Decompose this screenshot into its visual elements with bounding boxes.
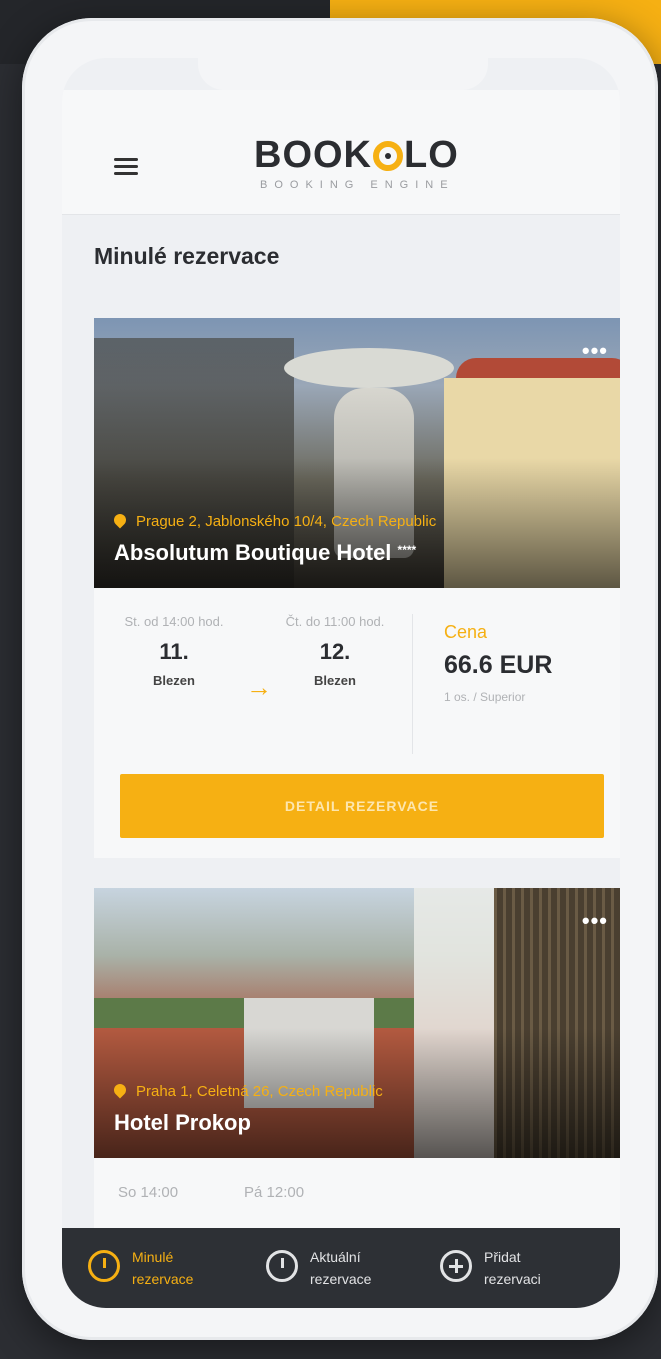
divider [412,614,413,754]
address-text: Praha 1, Celetná 26, Czech Republic [136,1083,383,1100]
hotel-image[interactable]: ••• Praha 1, Celetná 26, Czech Republic … [94,888,620,1158]
checkout-day: 12. [319,639,351,664]
hamburger-menu-icon[interactable] [114,158,138,176]
bottom-tab-bar: Minulé rezervace Aktuální rezervace Přidat… [62,1228,620,1308]
logo-pin-icon [373,141,403,171]
hotel-name-text: Absolutum Boutique Hotel [114,540,392,565]
checkin-column: St. od 14:00 hod. 11. Blezen [114,608,234,688]
price-value: 66.6 EUR [444,651,553,679]
tab-label-line1: Minulé [132,1249,174,1265]
checkout-column: Čt. do 11:00 hod. 12. Blezen [280,608,390,688]
tab-add-reservation[interactable]: Přidat rezervaci [440,1240,600,1296]
address-text: Prague 2, Jablonského 10/4, Czech Republ… [136,513,437,530]
checkin-time: St. od 14:00 hod. [124,614,224,629]
logo-brand-tail: LO [404,134,459,176]
checkout-month: Blezen [314,673,356,688]
history-clock-icon [88,1250,120,1282]
checkout-time: Pá 12:00 [244,1184,305,1201]
phone-frame: BOOK LO BOOKING ENGINE Minulé rezervace •… [22,18,658,1340]
clock-icon [266,1250,298,1282]
more-options-icon[interactable]: ••• [582,908,608,934]
tab-past-reservations[interactable]: Minulé rezervace [88,1240,248,1296]
tab-label-line1: Aktuální [310,1249,361,1265]
logo: BOOK LO BOOKING ENGINE [254,134,504,214]
hotel-stars: **** [397,543,417,557]
hotel-address: Prague 2, Jablonského 10/4, Czech Republ… [111,511,437,530]
tab-label: Aktuální rezervace [310,1246,420,1290]
location-pin-icon [111,511,129,529]
tab-label-line1: Přidat [484,1249,521,1265]
reservation-details: St. od 14:00 hod. 11. Blezen → Čt. do 11… [94,588,620,858]
hotel-name: Absolutum Boutique Hotel **** [114,540,416,566]
tab-label-line2: rezervace [132,1271,194,1287]
checkin-time: So 14:00 [118,1184,179,1201]
tab-label-line2: rezervaci [484,1271,541,1287]
hotel-address: Praha 1, Celetná 26, Czech Republic [111,1081,383,1100]
page-title: Minulé rezervace [94,243,280,269]
phone-notch [198,58,488,90]
logo-subtitle: BOOKING ENGINE [260,179,455,191]
tab-current-reservations[interactable]: Aktuální rezervace [266,1240,426,1296]
checkout-time: Čt. do 11:00 hod. [285,614,385,629]
hotel-name: Hotel Prokop [114,1110,251,1136]
price-column: Cena 66.6 EUR 1 os. / Superior [424,622,620,704]
more-options-icon[interactable]: ••• [582,338,608,364]
tab-label: Přidat rezervaci [484,1246,594,1290]
hotel-name-text: Hotel Prokop [114,1110,251,1135]
tab-label: Minulé rezervace [132,1246,242,1290]
reservation-detail-button[interactable]: DETAIL REZERVACE [120,774,604,838]
price-label: Cena [444,622,488,642]
tab-label-line2: rezervace [310,1271,372,1287]
reservation-details: So 14:00 Pá 12:00 [94,1158,620,1238]
checkin-month: Blezen [153,673,195,688]
logo-brand: BOOK [254,134,372,176]
app-screen: BOOK LO BOOKING ENGINE Minulé rezervace •… [62,58,620,1308]
room-info: 1 os. / Superior [444,690,526,704]
app-header: BOOK LO BOOKING ENGINE [62,90,620,215]
plus-circle-icon [440,1250,472,1282]
checkin-day: 11. [159,639,189,664]
image-fountain [284,348,454,388]
hotel-image[interactable]: ••• Prague 2, Jablonského 10/4, Czech Re… [94,318,620,588]
location-pin-icon [111,1081,129,1099]
arrow-right-icon: → [246,672,272,702]
